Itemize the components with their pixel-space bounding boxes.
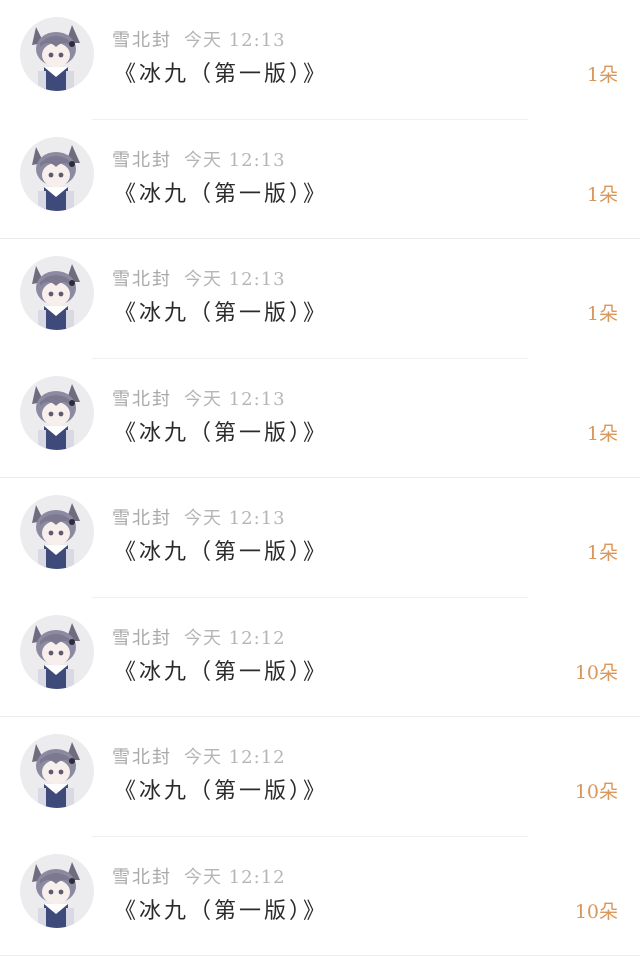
sender-name: 雪北封 [112, 627, 172, 649]
avatar[interactable] [20, 375, 94, 450]
timestamp: 今天 12:13 [184, 30, 286, 51]
gift-record-list: 雪北封 今天 12:13 《冰九（第一版）》 1朵 雪北封今天 12:13 《冰… [0, 0, 640, 956]
flower-count: 10朵 [574, 781, 618, 803]
timestamp: 今天 12:13 [184, 508, 286, 529]
cat-ear-avatar-icon [32, 144, 80, 211]
list-item[interactable]: 雪北封 今天 12:13 《冰九（第一版）》 1朵 [0, 478, 640, 598]
flower-count: 10朵 [574, 900, 618, 923]
cat-ear-avatar-icon [32, 383, 80, 450]
item-meta: 雪北封 今天 12:13 [112, 504, 286, 530]
avatar[interactable] [20, 614, 94, 689]
work-title: 《冰九（第一版）》 [114, 898, 329, 924]
list-item[interactable]: 雪北封 今天 12:13 《冰九（第一版）》 1朵 [0, 239, 640, 359]
list-item[interactable]: 雪北封 今天 12:12 《冰九（第一版）》 10朵 [0, 837, 640, 956]
work-title: 《冰九（第一版）》 [114, 301, 329, 326]
avatar[interactable] [20, 17, 94, 91]
flower-count: 10朵 [574, 661, 618, 684]
sender-name: 雪北封 [112, 866, 172, 888]
flower-count: 1朵 [586, 64, 618, 86]
timestamp: 今天 12:12 [184, 866, 286, 888]
cat-ear-avatar-icon [32, 742, 80, 808]
sender-name: 雪北封 [112, 149, 172, 171]
sender-name: 雪北封 [112, 508, 172, 529]
flower-count: 1朵 [586, 303, 618, 325]
cat-ear-avatar-icon [32, 622, 80, 689]
cat-ear-avatar-icon [32, 861, 80, 928]
item-meta: 雪北封 今天 12:13 [112, 26, 286, 52]
cat-ear-avatar-icon [32, 264, 80, 330]
work-title: 《冰九（第一版）》 [114, 62, 329, 87]
item-meta: 雪北封 今天 12:13 [112, 385, 286, 411]
item-meta: 雪北封 今天 12:13 [112, 146, 286, 172]
work-title: 《冰九（第一版）》 [114, 540, 329, 565]
timestamp: 今天 12:13 [184, 149, 286, 171]
work-title: 《冰九（第一版）》 [114, 420, 329, 446]
timestamp: 今天 12:12 [184, 747, 286, 768]
item-meta: 雪北封 今天 12:12 [112, 624, 286, 650]
item-meta: 雪北封 今天 12:13 [112, 265, 286, 291]
list-item[interactable]: 雪北封 今天 12:13 《冰九（第一版）》 1朵 [0, 0, 640, 120]
work-title: 《冰九（第一版）》 [114, 659, 329, 685]
sender-name: 雪北封 [112, 388, 172, 410]
flower-count: 1朵 [586, 183, 618, 206]
list-item[interactable]: 雪北封 今天 12:13 《冰九（第一版）》 1朵 [0, 359, 640, 478]
sender-name: 雪北封 [112, 747, 172, 768]
avatar[interactable] [20, 256, 94, 330]
list-item[interactable]: 雪北封 今天 12:12 《冰九（第一版）》 10朵 [0, 598, 640, 717]
work-title: 《冰九（第一版）》 [114, 181, 329, 207]
timestamp: 今天 12:13 [184, 388, 286, 410]
timestamp: 今天 12:13 [184, 269, 286, 290]
flower-count: 1朵 [586, 542, 618, 564]
flower-count: 1朵 [586, 422, 618, 445]
avatar[interactable] [20, 495, 94, 569]
sender-name: 雪北封 [112, 269, 172, 290]
timestamp: 今天 12:12 [184, 627, 286, 649]
work-title: 《冰九（第一版）》 [114, 779, 329, 804]
sender-name: 雪北封 [112, 30, 172, 51]
avatar[interactable] [20, 853, 94, 928]
list-item[interactable]: 雪北封 今天 12:12 《冰九（第一版）》 10朵 [0, 717, 640, 837]
item-meta: 雪北封 今天 12:12 [112, 863, 286, 889]
list-item[interactable]: 雪北封 今天 12:13 《冰九（第一版）》 1朵 [0, 120, 640, 239]
cat-ear-avatar-icon [32, 25, 80, 91]
item-meta: 雪北封 今天 12:12 [112, 743, 286, 769]
avatar[interactable] [20, 734, 94, 808]
avatar[interactable] [20, 136, 94, 211]
cat-ear-avatar-icon [32, 503, 80, 569]
